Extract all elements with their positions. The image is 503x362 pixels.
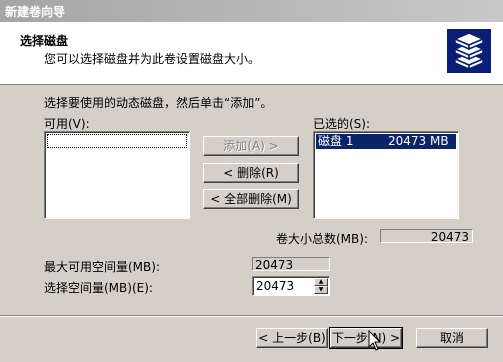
select-space-stepper[interactable]: 20473 ▲ ▼ <box>252 276 330 296</box>
title-bar[interactable]: 新建卷向导 <box>0 0 503 22</box>
spin-up-icon[interactable]: ▲ <box>314 278 328 286</box>
select-space-label: 选择空间量(MB)(E): <box>44 281 153 295</box>
footer-separator <box>0 315 503 317</box>
instruction-text: 选择要使用的动态磁盘，然后单击“添加”。 <box>44 96 273 110</box>
selected-label: 已选的(S): <box>313 117 371 131</box>
selected-disks-list[interactable]: 磁盘 1 20473 MB <box>313 131 459 219</box>
window-title: 新建卷向导 <box>5 5 66 19</box>
disk-size: 20473 MB <box>388 134 449 148</box>
wizard-header: 选择磁盘 您可以选择磁盘并为此卷设置磁盘大小。 <box>0 22 503 85</box>
new-volume-wizard-window: 新建卷向导 选择磁盘 您可以选择磁盘并为此卷设置磁盘大小。 选择要使用的动态磁盘… <box>0 0 503 362</box>
disk-stack-icon <box>447 29 491 73</box>
max-space-value: 20473 <box>252 257 330 272</box>
cancel-button[interactable]: 取消 <box>416 328 488 348</box>
available-list-focus <box>47 134 187 148</box>
total-size-value: 20473 <box>380 229 473 244</box>
next-button[interactable]: 下一步(N) > <box>329 327 403 349</box>
available-label: 可用(V): <box>44 117 90 131</box>
remove-button[interactable]: < 删除(R) <box>203 163 299 183</box>
header-subtitle: 您可以选择磁盘并为此卷设置磁盘大小。 <box>44 52 261 66</box>
list-item[interactable]: 磁盘 1 20473 MB <box>316 134 456 149</box>
total-size-label: 卷大小总数(MB): <box>276 232 368 246</box>
max-space-label: 最大可用空间量(MB): <box>44 260 160 274</box>
select-space-input[interactable]: 20473 <box>256 279 294 293</box>
disk-name: 磁盘 1 <box>318 134 354 148</box>
header-title: 选择磁盘 <box>20 34 69 48</box>
spin-down-icon[interactable]: ▼ <box>314 286 328 294</box>
remove-all-button[interactable]: < 全部删除(M) <box>203 189 299 209</box>
mouse-cursor-icon <box>368 329 382 355</box>
back-button[interactable]: < 上一步(B) <box>256 328 328 348</box>
available-disks-list[interactable] <box>44 131 190 219</box>
add-button[interactable]: 添加(A) > <box>203 136 299 156</box>
